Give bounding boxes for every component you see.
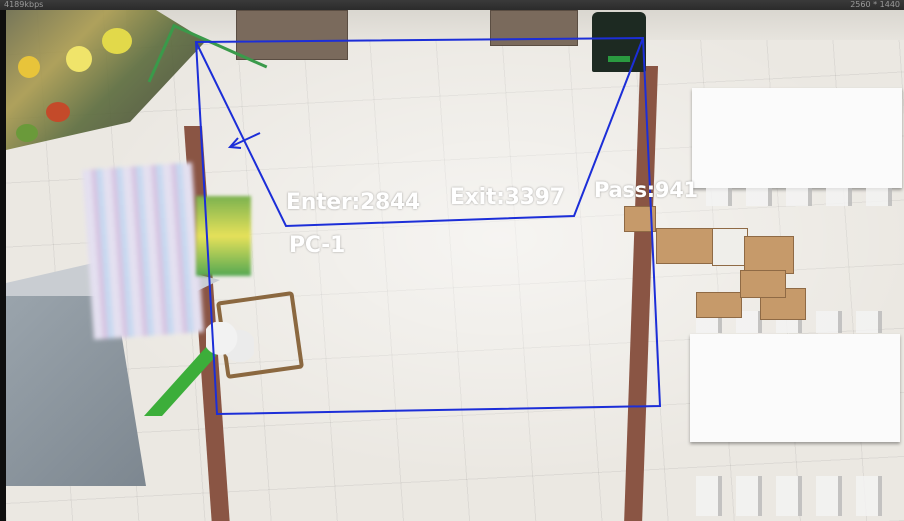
- counting-overlay: [194, 36, 662, 416]
- exit-count-label: Exit:3397: [450, 185, 565, 210]
- device-id-label: PC-1: [289, 233, 346, 258]
- resolution-readout: 2560 * 1440: [850, 0, 900, 9]
- pass-count-label: Pass:941: [594, 178, 698, 202]
- enter-count-label: Enter:2844: [286, 190, 421, 215]
- bitrate-readout: 4189kbps: [4, 0, 44, 9]
- counting-region-outer[interactable]: [194, 36, 662, 416]
- player-status-bar: 4189kbps 2560 * 1440: [0, 0, 904, 10]
- direction-arrow-icon: [227, 132, 261, 149]
